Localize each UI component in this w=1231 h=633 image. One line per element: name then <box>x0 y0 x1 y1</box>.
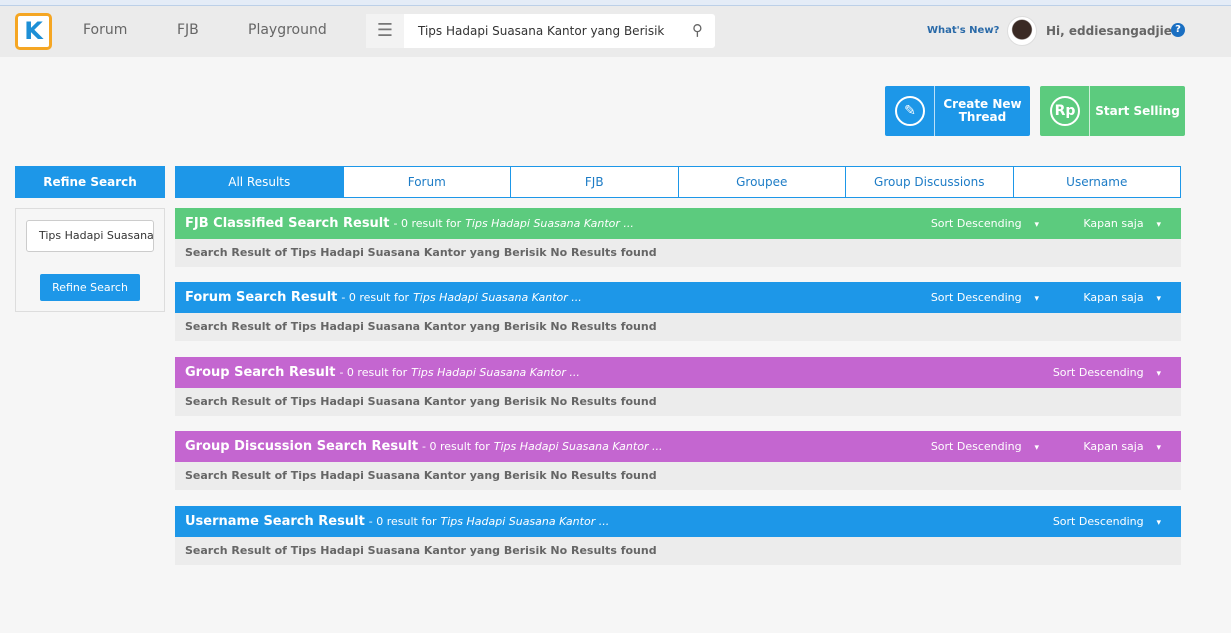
section-username-results: Username Search Result - 0 result for Ti… <box>175 506 1181 565</box>
section-body: Search Result of Tips Hadapi Suasana Kan… <box>175 239 1181 267</box>
refine-search-button[interactable]: Refine Search <box>40 274 140 301</box>
help-icon[interactable]: ? <box>1171 23 1185 37</box>
query-text: Tips Hadapi Suasana Kantor ... <box>465 217 634 230</box>
nav-fjb[interactable]: FJB <box>177 22 199 38</box>
search-bar: ☰ Tips Hadapi Suasana Kantor yang Berisi… <box>366 14 715 48</box>
section-title: Group Discussion Search Result <box>185 439 419 454</box>
search-icon[interactable]: ⚲ <box>692 21 703 39</box>
result-count: - 0 result for <box>393 217 462 230</box>
section-group-results: Group Search Result - 0 result for Tips … <box>175 357 1181 416</box>
refine-search-panel: Tips Hadapi Suasana Kantor yang Berisik … <box>15 208 165 312</box>
section-body: Search Result of Tips Hadapi Suasana Kan… <box>175 313 1181 341</box>
query-text: Tips Hadapi Suasana Kantor ... <box>440 515 610 528</box>
section-header: FJB Classified Search Result - 0 result … <box>175 208 1181 239</box>
result-count: - 0 result for <box>339 366 408 379</box>
search-input[interactable]: Tips Hadapi Suasana Kantor yang Berisik <box>418 24 664 38</box>
section-header: Forum Search Result - 0 result for Tips … <box>175 282 1181 313</box>
section-title: FJB Classified Search Result <box>185 216 390 231</box>
user-greeting[interactable]: Hi, eddiesangadjie <box>1046 24 1172 38</box>
section-forum-results: Forum Search Result - 0 result for Tips … <box>175 282 1181 341</box>
time-dropdown[interactable]: Kapan saja <box>1083 291 1161 304</box>
rp-glyph: Rp <box>1050 96 1080 126</box>
query-text: Tips Hadapi Suasana Kantor ... <box>411 366 580 379</box>
section-group-discussion-results: Group Discussion Search Result - 0 resul… <box>175 431 1181 490</box>
whats-new-link[interactable]: What's New? <box>927 25 999 36</box>
start-selling-button[interactable]: Rp Start Selling <box>1040 86 1185 136</box>
start-selling-label: Start Selling <box>1095 103 1180 118</box>
rupiah-icon: Rp <box>1040 86 1090 136</box>
refine-search-input[interactable]: Tips Hadapi Suasana Kantor yang Berisik <box>26 220 154 252</box>
section-body: Search Result of Tips Hadapi Suasana Kan… <box>175 462 1181 490</box>
time-dropdown[interactable]: Kapan saja <box>1083 440 1161 453</box>
query-text: Tips Hadapi Suasana Kantor ... <box>493 440 663 453</box>
result-count: - 0 result for <box>341 291 410 304</box>
hamburger-menu-icon[interactable]: ☰ <box>366 14 404 48</box>
tab-fjb[interactable]: FJB <box>511 167 679 197</box>
section-body: Search Result of Tips Hadapi Suasana Kan… <box>175 537 1181 565</box>
tab-username[interactable]: Username <box>1014 167 1181 197</box>
create-thread-button[interactable]: ✎ Create New Thread <box>885 86 1030 136</box>
time-dropdown[interactable]: Kapan saja <box>1083 217 1161 230</box>
section-header: Username Search Result - 0 result for Ti… <box>175 506 1181 537</box>
section-fjb-results: FJB Classified Search Result - 0 result … <box>175 208 1181 267</box>
create-thread-label: Create New Thread <box>943 97 1022 124</box>
section-title: Forum Search Result <box>185 290 338 305</box>
section-title: Group Search Result <box>185 365 336 380</box>
section-header: Group Discussion Search Result - 0 resul… <box>175 431 1181 462</box>
result-tabs: All Results Forum FJB Groupee Group Disc… <box>175 166 1181 198</box>
pencil-icon: ✎ <box>885 86 935 136</box>
result-count: - 0 result for <box>368 515 437 528</box>
tab-group-discussions[interactable]: Group Discussions <box>846 167 1014 197</box>
result-count: - 0 result for <box>422 440 490 453</box>
sort-dropdown[interactable]: Sort Descending <box>1053 515 1161 528</box>
nav-playground[interactable]: Playground <box>248 22 327 38</box>
refine-search-title: Refine Search <box>15 166 165 198</box>
section-header: Group Search Result - 0 result for Tips … <box>175 357 1181 388</box>
query-text: Tips Hadapi Suasana Kantor ... <box>413 291 582 304</box>
kaskus-logo[interactable]: K <box>15 13 52 50</box>
nav-forum[interactable]: Forum <box>83 22 127 38</box>
tab-forum[interactable]: Forum <box>344 167 511 197</box>
sort-dropdown[interactable]: Sort Descending <box>931 291 1039 304</box>
sort-dropdown[interactable]: Sort Descending <box>931 217 1039 230</box>
section-body: Search Result of Tips Hadapi Suasana Kan… <box>175 388 1181 416</box>
avatar[interactable] <box>1007 16 1037 46</box>
sort-dropdown[interactable]: Sort Descending <box>1053 366 1161 379</box>
section-title: Username Search Result <box>185 514 365 529</box>
tab-groupee[interactable]: Groupee <box>679 167 846 197</box>
top-navbar: K Forum FJB Playground ☰ Tips Hadapi Sua… <box>0 6 1231 57</box>
tab-all-results[interactable]: All Results <box>176 167 344 197</box>
sort-dropdown[interactable]: Sort Descending <box>931 440 1039 453</box>
